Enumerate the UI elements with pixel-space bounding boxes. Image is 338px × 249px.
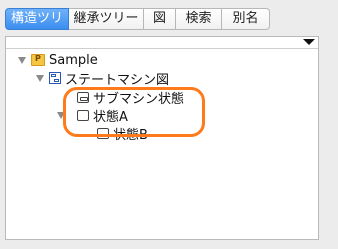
tree-node-state-a[interactable]: 状態A	[57, 106, 128, 125]
tree-node-submachine-state[interactable]: サブマシン状態	[77, 88, 185, 107]
tree-node-label: 状態A	[93, 109, 128, 125]
panel-menu-arrow-icon[interactable]	[303, 39, 315, 45]
state-icon	[97, 127, 109, 139]
disclosure-triangle-icon[interactable]	[36, 74, 44, 82]
project-folder-icon	[31, 54, 45, 66]
disclosure-triangle-icon[interactable]	[18, 56, 26, 64]
tab-structure-tree[interactable]: 構造ツリー	[5, 8, 69, 46]
tab-inheritance-tree[interactable]: 継承ツリー	[69, 8, 144, 30]
tab-diagram[interactable]: 図	[144, 8, 176, 30]
disclosure-triangle-icon[interactable]	[57, 111, 65, 119]
tree-node-label: サブマシン状態	[93, 91, 185, 107]
panel-header	[6, 37, 318, 49]
tab-search[interactable]: 検索	[176, 8, 222, 30]
tab-bar: 構造ツリー 継承ツリー 図 検索 別名	[5, 8, 270, 46]
tree-node-state-machine-diagram[interactable]: ステートマシン図	[36, 69, 170, 88]
state-icon	[77, 109, 89, 121]
tree-node-label: Sample	[49, 52, 98, 68]
tree-node-sample[interactable]: Sample	[18, 51, 98, 69]
structure-tree-panel: Sample ステートマシン図 サブマシン状態 状態A 状態B	[5, 36, 319, 240]
tree-node-state-b[interactable]: 状態B	[97, 124, 148, 143]
submachine-state-icon	[77, 91, 89, 103]
tree-node-label: ステートマシン図	[65, 72, 170, 88]
state-machine-diagram-icon	[49, 72, 61, 84]
tab-alias[interactable]: 別名	[222, 8, 270, 30]
tree-node-label: 状態B	[113, 127, 148, 143]
